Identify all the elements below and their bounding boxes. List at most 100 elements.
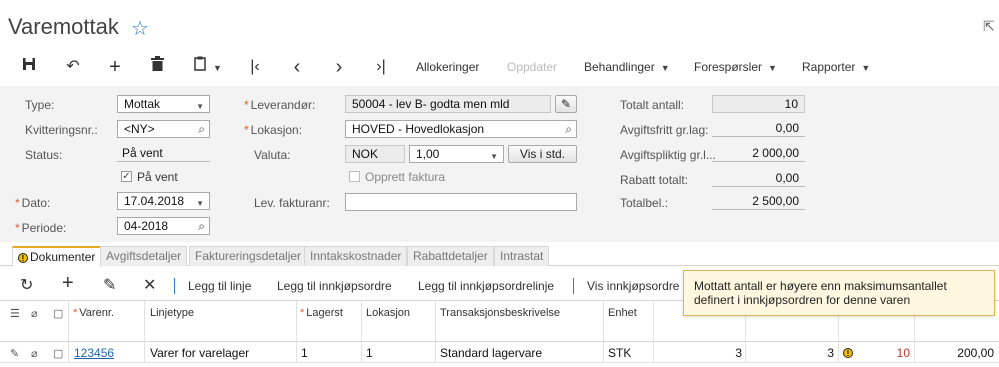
type-select[interactable]: Mottak ▼ — [117, 95, 210, 113]
lokasjon-label-text: Lokasjon: — [250, 123, 303, 137]
tab-faktureringsdetaljer[interactable]: Faktureringsdetaljer — [189, 246, 308, 266]
avgiftspliktig-label: Avgiftspliktig gr.l... — [620, 148, 716, 162]
column-divider — [653, 301, 654, 343]
cell-lokasjon[interactable]: 1 — [366, 346, 373, 360]
col-transaksjonsbeskrivelse[interactable]: Transaksjonsbeskrivelse — [440, 307, 560, 319]
allokeringer-button[interactable]: Allokeringer — [416, 60, 479, 74]
valuta-field[interactable]: NOK — [345, 145, 405, 163]
cell-amount[interactable]: 200,00 — [914, 346, 994, 360]
add-icon[interactable]: + — [104, 56, 126, 78]
rapporter-menu[interactable]: Rapporter ▼ — [802, 60, 870, 74]
cell-transaksjonsbeskrivelse[interactable]: Standard lagervare — [440, 346, 542, 360]
add-row-icon[interactable]: + — [62, 272, 74, 295]
table-row[interactable]: ✎ ⌀ ▢ 123456 Varer for varelager 1 1 Sta… — [0, 343, 999, 363]
vis-innkjopsordre-button[interactable]: Vis innkjøpsordre — [587, 279, 679, 293]
close-icon[interactable]: ✕ — [143, 275, 156, 295]
dato-label: * Dato: — [15, 196, 50, 210]
undo-icon[interactable]: ↶ — [62, 56, 84, 78]
page-title: Varemottak — [8, 14, 119, 39]
column-divider — [603, 301, 604, 343]
kvitteringsnr-field[interactable]: <NY> ⌕ — [117, 120, 210, 138]
foresporsler-menu[interactable]: Forespørsler ▼ — [694, 60, 777, 74]
edit-pencil-icon[interactable]: ✎ — [555, 95, 577, 113]
rabatt-totalt-value: 0,00 — [712, 169, 805, 187]
required-marker: * — [244, 98, 249, 112]
first-record-icon[interactable]: |‹ — [244, 56, 266, 78]
tab-bar: ! Dokumenter Avgiftsdetaljer Fakturerings… — [0, 242, 999, 267]
chevron-down-icon: ▼ — [768, 63, 777, 73]
refresh-icon[interactable]: ↻ — [20, 275, 33, 295]
search-icon[interactable]: ⌕ — [198, 121, 205, 137]
cell-linjetype[interactable]: Varer for varelager — [150, 346, 249, 360]
column-divider — [361, 301, 362, 343]
dato-field[interactable]: 17.04.2018 ▼ — [117, 192, 210, 210]
kurs-select[interactable]: 1,00 ▼ — [409, 145, 504, 163]
totalt-antall-label: Totalt antall: — [620, 98, 685, 112]
lokasjon-field[interactable]: HOVED - Hovedlokasjon ⌕ — [345, 120, 577, 138]
column-divider — [838, 343, 839, 363]
behandlinger-menu[interactable]: Behandlinger ▼ — [584, 60, 670, 74]
tab-dokumenter[interactable]: ! Dokumenter — [12, 246, 102, 267]
tab-inntakskostnader[interactable]: Inntakskostnader — [304, 246, 408, 266]
cell-varenr[interactable]: 123456 — [74, 346, 114, 360]
legg-til-innkjopsordrelinje-button[interactable]: Legg til innkjøpsordrelinje — [418, 279, 554, 293]
cell-lagerst[interactable]: 1 — [301, 346, 308, 360]
col-varenr[interactable]: * Varenr. — [73, 307, 114, 319]
next-record-icon[interactable]: › — [328, 56, 350, 78]
search-icon[interactable]: ⌕ — [565, 121, 572, 137]
col-lagerst[interactable]: * Lagerst — [300, 307, 343, 319]
search-icon[interactable]: ⌕ — [198, 218, 205, 234]
column-divider — [914, 343, 915, 363]
legg-til-innkjopsordre-button[interactable]: Legg til innkjøpsordre — [277, 279, 392, 293]
column-divider — [68, 301, 69, 343]
chevron-down-icon: ▼ — [196, 199, 204, 208]
col-linjetype[interactable]: Linjetype — [150, 307, 194, 319]
dato-value: 17.04.2018 — [124, 194, 185, 208]
col-enhet[interactable]: Enhet — [608, 307, 637, 319]
attachment-icon[interactable]: ⌀ — [31, 347, 38, 360]
lev-fakturanr-field[interactable] — [345, 193, 577, 211]
col-lagerst-label: Lagerst — [306, 307, 343, 319]
toolbar-separator — [573, 278, 574, 294]
rabatt-totalt-label: Rabatt totalt: — [620, 173, 689, 187]
vis-i-std-button[interactable]: Vis i std. — [508, 145, 577, 163]
column-divider — [68, 343, 69, 363]
totalbel-value: 2 500,00 — [712, 192, 805, 210]
chevron-down-icon: ▼ — [490, 152, 498, 161]
edit-row-icon[interactable]: ✎ — [10, 347, 19, 360]
opprett-faktura-checkbox[interactable] — [349, 171, 360, 182]
required-marker: * — [15, 196, 20, 210]
leverandor-field[interactable]: 50004 - lev B- godta men mld — [345, 95, 551, 113]
legg-til-linje-button[interactable]: Legg til linje — [188, 279, 251, 293]
tab-intrastat[interactable]: Intrastat — [494, 246, 550, 266]
tab-dokumenter-label: Dokumenter — [30, 250, 96, 264]
save-icon[interactable] — [18, 56, 40, 78]
external-link-icon[interactable]: ⇱ — [983, 18, 995, 35]
valuta-label: Valuta: — [254, 148, 291, 162]
column-divider — [603, 343, 604, 363]
cell-quantity-1[interactable]: 3 — [653, 346, 742, 360]
behandlinger-label: Behandlinger — [584, 60, 655, 74]
delete-icon[interactable] — [146, 56, 168, 78]
col-lokasjon[interactable]: Lokasjon — [366, 307, 410, 319]
oppdater-button[interactable]: Oppdater — [507, 60, 557, 74]
last-record-icon[interactable]: ›| — [370, 56, 392, 78]
cell-received-quantity[interactable]: 10 — [860, 346, 910, 360]
favorite-star-icon[interactable]: ☆ — [131, 16, 149, 41]
pa-vent-checkbox[interactable]: ✓ — [121, 171, 132, 182]
foresporsler-label: Forespørsler — [694, 60, 763, 74]
note-icon[interactable]: ▢ — [53, 347, 63, 360]
cell-quantity-2[interactable]: 3 — [745, 346, 834, 360]
pa-vent-checkbox-label: På vent — [137, 170, 178, 184]
tab-rabattdetaljer[interactable]: Rabattdetaljer — [407, 246, 494, 266]
previous-record-icon[interactable]: ‹ — [286, 56, 308, 78]
edit-pencil-icon[interactable]: ✎ — [103, 275, 116, 295]
tab-avgiftsdetaljer[interactable]: Avgiftsdetaljer — [100, 246, 188, 266]
copy-paste-icon[interactable]: ▼ — [190, 56, 226, 78]
periode-field[interactable]: 04-2018 ⌕ — [117, 217, 210, 235]
cell-enhet[interactable]: STK — [608, 346, 631, 360]
column-divider — [435, 343, 436, 363]
column-divider — [296, 343, 297, 363]
row-selector-icon[interactable]: ☰ — [10, 307, 20, 320]
warning-icon[interactable]: ! — [843, 345, 855, 359]
